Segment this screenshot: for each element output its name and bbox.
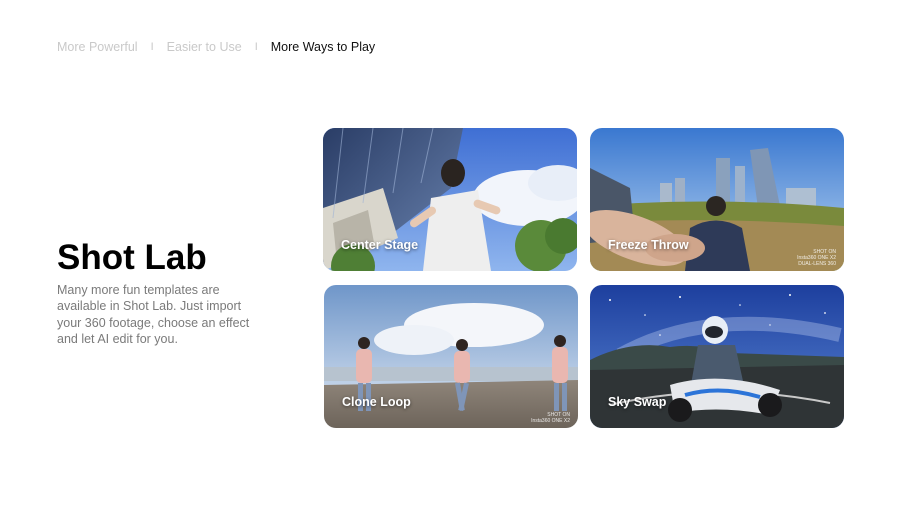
tab-separator: I — [150, 41, 154, 53]
tab-separator: I — [254, 41, 258, 53]
card-label: Sky Swap — [608, 395, 667, 409]
tab-easier-to-use[interactable]: Easier to Use — [167, 39, 242, 55]
watermark: SHOT ON Insta360 ONE X2 — [531, 412, 570, 424]
card-freeze-throw[interactable]: Freeze Throw SHOT ON Insta360 ONE X2 DUA… — [590, 128, 844, 271]
feature-tabs: More Powerful I Easier to Use I More Way… — [57, 39, 375, 55]
card-center-stage[interactable]: Center Stage — [323, 128, 577, 271]
card-label: Freeze Throw — [608, 238, 689, 252]
card-label: Center Stage — [341, 238, 419, 252]
card-clone-loop[interactable]: Clone Loop SHOT ON Insta360 ONE X2 — [324, 285, 578, 428]
tab-more-ways-to-play[interactable]: More Ways to Play — [271, 39, 375, 55]
watermark: SHOT ON Insta360 ONE X2 DUAL-LENS 360 — [797, 249, 836, 267]
section-title: Shot Lab — [57, 238, 207, 277]
tab-more-powerful[interactable]: More Powerful — [57, 39, 138, 55]
card-sky-swap[interactable]: Sky Swap — [590, 285, 844, 428]
section-description: Many more fun templates are available in… — [57, 283, 250, 346]
card-label: Clone Loop — [342, 395, 411, 409]
